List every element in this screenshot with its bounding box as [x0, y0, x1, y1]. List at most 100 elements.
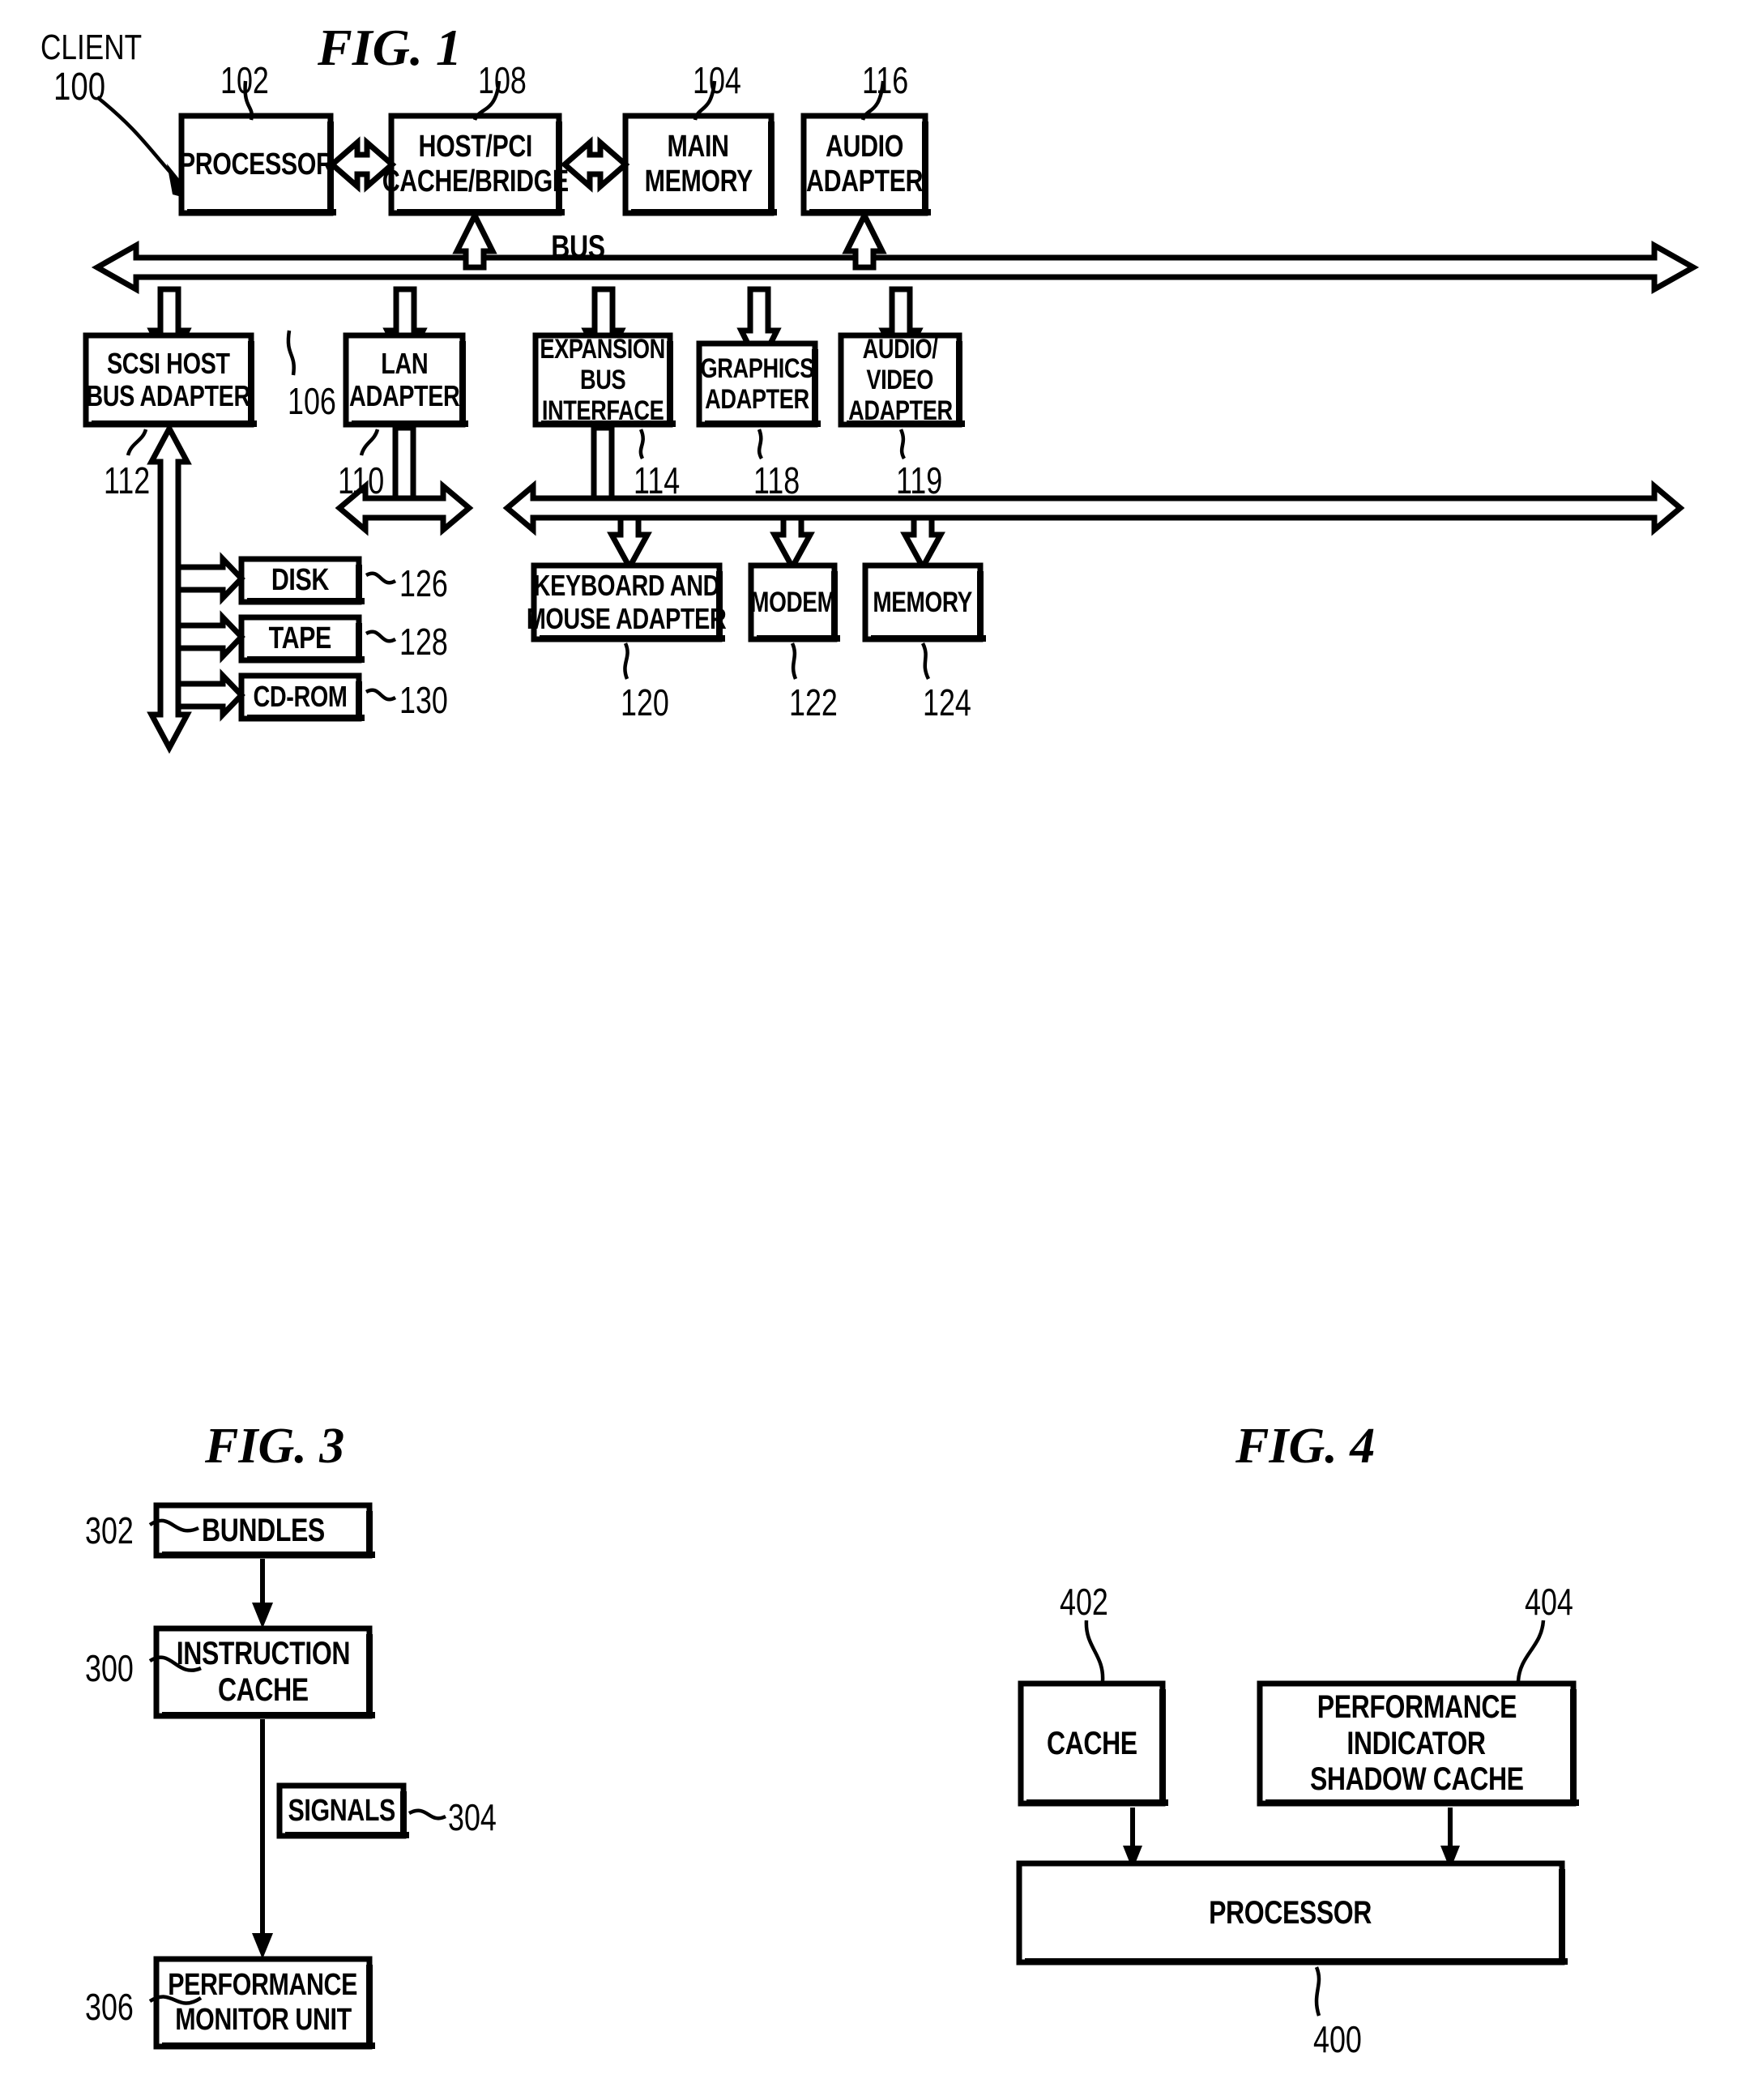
ref-404: 404 [1525, 1581, 1573, 1623]
box-audio-adapter-line-1: AUDIO [826, 130, 903, 164]
box-audio-adapter-line-2: ADAPTER [805, 164, 924, 198]
leader-106 [286, 330, 296, 376]
ref-104: 104 [693, 59, 741, 101]
leader-120 [623, 642, 629, 680]
ref-128: 128 [399, 621, 448, 663]
box-tape-label: TAPE [241, 617, 359, 660]
ref-114: 114 [634, 459, 681, 502]
ref-106: 106 [288, 380, 336, 422]
box-instruction-cache-line-2: CACHE [217, 1672, 309, 1708]
box-pmu-line-1: PERFORMANCE [168, 1968, 358, 2003]
box-processor-fig4-line-1: PROCESSOR [1209, 1894, 1372, 1931]
leader-304 [408, 1808, 446, 1820]
box-memory-label: MEMORY [865, 566, 980, 639]
fig1-title: FIG. 1 [318, 19, 462, 76]
box-main-memory-line-2: MEMORY [644, 164, 753, 198]
box-modem-line-1: MODEM [749, 586, 836, 618]
client-tag-label: CLIENT [41, 28, 143, 67]
box-expansion-line-3: INTERFACE [541, 395, 664, 427]
box-av-line-2: VIDEO [866, 364, 934, 395]
ref-130: 130 [399, 679, 448, 721]
box-host-pci-line-2: CACHE/BRIDGE [382, 164, 569, 198]
box-tape-line-1: TAPE [268, 621, 332, 656]
ref-122: 122 [789, 681, 838, 723]
box-av-line-1: AUDIO/ [862, 333, 938, 365]
leader-124 [920, 642, 931, 681]
box-pisc-line-3: SHADOW CACHE [1309, 1761, 1524, 1798]
leader-402 [1084, 1620, 1105, 1682]
leader-114 [638, 429, 645, 460]
expansion-bus-arrow [502, 480, 1685, 536]
box-cdrom-label: CD-ROM [241, 676, 359, 719]
ref-306: 306 [85, 1986, 134, 2028]
box-bundles-label: BUNDLES [156, 1505, 369, 1556]
ref-304: 304 [448, 1796, 497, 1838]
leader-126 [365, 571, 397, 585]
box-audio-video-adapter-label: AUDIO/ VIDEO ADAPTER [841, 333, 959, 427]
ref-119: 119 [896, 459, 943, 502]
box-lan-line-2: ADAPTER [348, 379, 460, 412]
ref-110: 110 [338, 459, 385, 502]
box-cache-line-1: CACHE [1046, 1725, 1137, 1761]
ref-120: 120 [621, 681, 669, 723]
ref-402: 402 [1060, 1581, 1108, 1623]
leader-128 [365, 630, 397, 643]
box-instruction-cache-label: INSTRUCTION CACHE [156, 1628, 369, 1716]
box-pmu-line-2: MONITOR UNIT [174, 2003, 352, 2037]
leader-112 [126, 429, 148, 456]
ref-118: 118 [753, 459, 800, 502]
box-scsi-line-1: SCSI HOST [107, 346, 230, 380]
client-tag-number: 100 [53, 66, 106, 109]
box-modem-label: MODEM [749, 566, 836, 639]
expansion-vertical-stem [591, 425, 615, 502]
box-host-pci-line-1: HOST/PCI [418, 130, 532, 164]
arrow-expbus-to-modem [770, 514, 815, 574]
box-pisc-line-2: INDICATOR [1346, 1725, 1487, 1761]
ref-112: 112 [104, 459, 151, 502]
box-graphics-line-1: GRAPHICS [700, 352, 814, 384]
main-bus-arrow [91, 241, 1700, 294]
box-pi-shadow-cache-label: PERFORMANCE INDICATOR SHADOW CACHE [1260, 1684, 1573, 1803]
leader-119 [898, 429, 907, 460]
box-lan-adapter-label: LAN ADAPTER [346, 335, 463, 425]
box-audio-adapter-label: AUDIO ADAPTER [804, 116, 925, 213]
box-processor-fig4-label: PROCESSOR [1019, 1863, 1562, 1962]
box-processor-label: PROCESSOR [179, 116, 334, 213]
box-signals-label: SIGNALS [280, 1786, 403, 1836]
arrow-bridge-memory [560, 136, 630, 193]
leader-404 [1516, 1620, 1546, 1682]
box-graphics-adapter-label: GRAPHICS ADAPTER [699, 344, 815, 425]
lan-vertical-stem [392, 425, 416, 502]
box-expansion-bus-interface-label: EXPANSION BUS INTERFACE [536, 333, 670, 427]
leader-122 [790, 642, 798, 680]
ref-102: 102 [220, 59, 269, 101]
box-expansion-line-1: EXPANSION [540, 333, 666, 365]
box-cdrom-line-1: CD-ROM [253, 680, 348, 714]
arrow-expbus-to-memory [900, 514, 945, 574]
box-disk-label: DISK [241, 559, 359, 602]
arrow-scsi-to-disk [175, 552, 245, 605]
box-keyboard-mouse-adapter-label: KEYBOARD AND MOUSE ADAPTER [527, 566, 727, 639]
box-av-line-3: ADAPTER [847, 395, 953, 427]
leader-400 [1314, 1966, 1321, 2017]
arrow-scsi-to-cdrom [175, 668, 245, 722]
leader-118 [757, 429, 764, 460]
box-kbd-line-2: MOUSE ADAPTER [527, 601, 727, 635]
box-main-memory-line-1: MAIN [667, 130, 730, 164]
box-memory-line-1: MEMORY [873, 586, 973, 618]
ref-400: 400 [1313, 2018, 1362, 2060]
arrow-expbus-to-keyboard [607, 514, 652, 574]
box-cache-label: CACHE [1021, 1684, 1163, 1803]
box-kbd-line-1: KEYBOARD AND [533, 569, 720, 603]
box-signals-line-1: SIGNALS [288, 1793, 395, 1828]
box-pisc-line-1: PERFORMANCE [1317, 1688, 1517, 1725]
box-scsi-line-2: BUS ADAPTER [86, 379, 251, 412]
ref-116: 116 [862, 59, 909, 101]
box-disk-line-1: DISK [271, 563, 330, 598]
box-host-pci-bridge-label: HOST/PCI CACHE/BRIDGE [382, 116, 569, 213]
box-performance-monitor-unit-label: PERFORMANCE MONITOR UNIT [156, 1959, 369, 2047]
fig4-title: FIG. 4 [1235, 1419, 1376, 1474]
box-graphics-line-2: ADAPTER [705, 384, 809, 415]
leader-110 [359, 429, 380, 456]
ref-302: 302 [85, 1509, 134, 1552]
